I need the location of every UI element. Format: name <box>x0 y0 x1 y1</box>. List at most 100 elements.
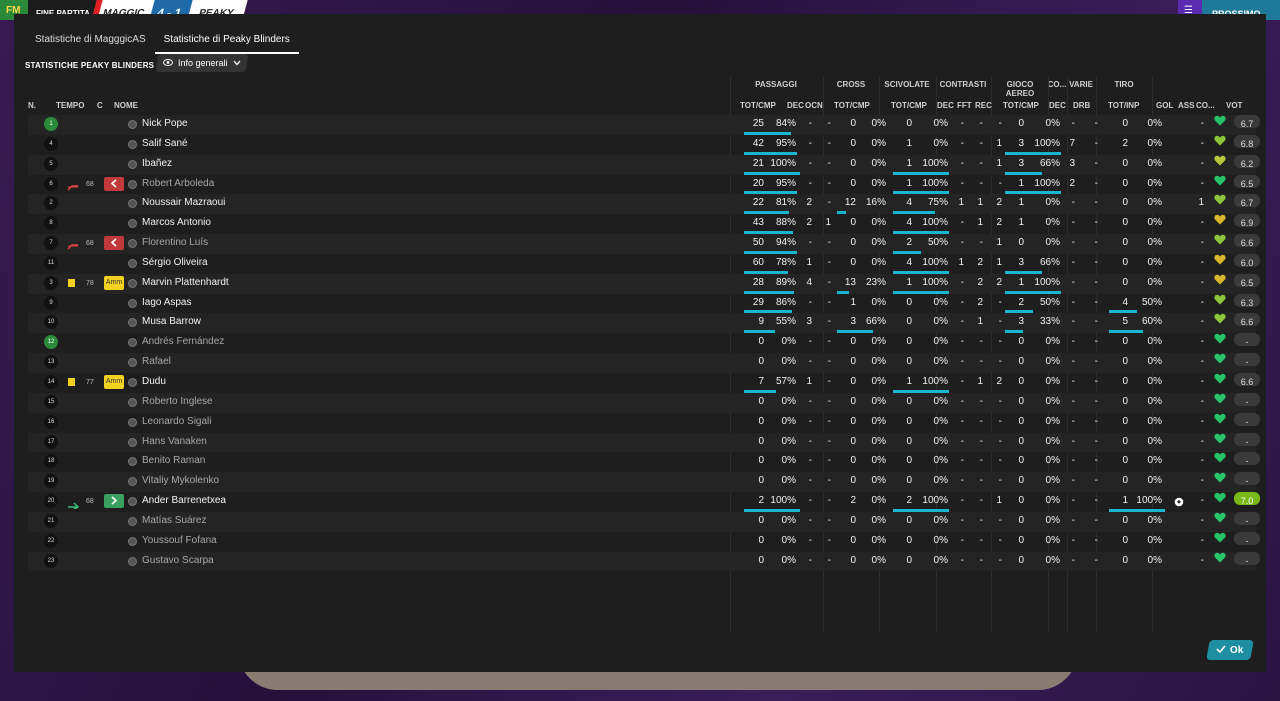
stat-kr: - <box>998 296 1002 308</box>
stat-pt: 25 <box>752 118 764 129</box>
table-row[interactable]: 18 Benito Raman 0 0% - -0 0% 0 0% - - -0 0% - -0 0% - - <box>28 452 1260 472</box>
col-cont-rec[interactable]: REC <box>975 101 992 110</box>
col-pass-dec[interactable]: DEC <box>787 101 804 110</box>
table-row[interactable]: 13 Rafael 0 0% - -0 0% 0 0% - - -0 0% - -0 0% - - <box>28 353 1260 373</box>
stat-ass: - <box>1200 534 1204 546</box>
stat-tp: 0% <box>1147 514 1162 526</box>
table-row[interactable]: 11 Sérgio Oliveira 60 78% 1-0 0% 4 100% 1 2 1 3 66% -… <box>28 253 1260 274</box>
col-cross-totcmp[interactable]: TOT/CMP <box>834 101 870 110</box>
table-row[interactable]: 2 Noussair Mazraoui 22 81% 2-12 16% 4 75% 1 1 2 1 0%… <box>28 194 1260 215</box>
stat-tt: 0 <box>1122 197 1128 209</box>
table-row[interactable]: 23 Gustavo Scarpa 0 0% - -0 0% 0 0% - - -0 0% - -0 0% - - <box>28 551 1260 572</box>
tab-away-stats[interactable]: Statistiche di Peaky Blinders <box>154 28 299 54</box>
table-row[interactable]: 22 Youssouf Fofana 0 0% - -0 0% 0 0% - - -0 0% - -0 0% -… <box>28 531 1260 552</box>
col-co-dec[interactable]: DEC <box>1049 101 1066 110</box>
minute: 77 <box>86 378 94 386</box>
stat-dr: - <box>1094 475 1098 487</box>
col-sciv-totcmp[interactable]: TOT/CMP <box>891 101 927 110</box>
person-icon <box>128 556 137 566</box>
col-pass-totcmp[interactable]: TOT/CMP <box>740 101 776 110</box>
table-row[interactable]: 14 77 Amm Dudu 7 57% 1-0 0% 1 100% -1 2 0 0% - -0 0% -6.6 <box>28 372 1260 393</box>
table-row[interactable]: 5 Ibañez 21 100% - -0 0% 1 100% - -1 3 66% 3-0 0% -6.2 <box>28 154 1260 175</box>
stat-st: 0 <box>906 316 912 328</box>
table-row[interactable]: 21 Matías Suárez 0 0% - -0 0% 0 0% - - -0 0% - -0 0% - - <box>28 511 1260 532</box>
table-row[interactable]: 6 68 Robert Arboleda 20 95% - -0 0% 1 100% - - -1 100… <box>28 174 1260 195</box>
col-n[interactable]: N. <box>28 101 36 110</box>
stat-pd: - <box>808 296 812 308</box>
col-aereo-totcmp[interactable]: TOT/CMP <box>1003 101 1039 110</box>
stat-tt: 0 <box>1122 336 1128 348</box>
rating-badge: 6.0 <box>1234 253 1260 268</box>
col-tiro-totinp[interactable]: TOT/INP <box>1108 101 1139 110</box>
yellow-card-icon <box>68 278 75 287</box>
stat-ap: 0% <box>1045 495 1060 507</box>
table-row[interactable]: 10 Musa Barrow 9 55% 3-3 66% 0 0% -1-3 33% - -5 60% -… <box>28 313 1260 334</box>
stat-tt: 0 <box>1122 177 1128 189</box>
stat-at: 0 <box>1018 435 1024 447</box>
stat-pp: 94% <box>775 237 796 249</box>
stat-tt: 0 <box>1122 256 1128 268</box>
table-row[interactable]: 17 Hans Vanaken 0 0% - -0 0% 0 0% - - -0 0% - -0 0% - - <box>28 432 1260 453</box>
player-name: Roberto Inglese <box>142 395 213 407</box>
table-row[interactable]: 20 68 Ander Barrenetxea 2 100% - -2 0% 2 100% - -1 0… <box>28 492 1260 512</box>
col-ass[interactable]: ASS <box>1178 101 1194 110</box>
stat-ass: - <box>1200 296 1204 308</box>
team-tabs: Statistiche di MagggicAS Statistiche di … <box>26 28 299 54</box>
chevron-left-icon <box>104 176 124 191</box>
heart-icon <box>1214 353 1226 365</box>
heart-icon <box>1214 313 1226 325</box>
table-row[interactable]: 7 68 Florentino Luís 50 94% - -0 0% 2 50% - -1 0 0% - -… <box>28 234 1260 254</box>
col-pass-ocn[interactable]: OCN <box>805 101 823 110</box>
stat-tt: 0 <box>1122 435 1128 447</box>
col-tempo[interactable]: TEMPO <box>56 101 84 110</box>
table-row[interactable]: 15 Roberto Inglese 0 0% - -0 0% 0 0% - - -0 0% - -0 0% -… <box>28 392 1260 413</box>
person-icon <box>128 457 137 467</box>
sub-in-icon <box>67 498 80 510</box>
stat-cd: - <box>1071 475 1075 487</box>
stat-kr: 2 <box>996 375 1002 387</box>
stat-at: 0 <box>1018 375 1024 387</box>
col-c[interactable]: C <box>97 101 103 110</box>
stat-dr: - <box>1094 554 1098 566</box>
person-icon <box>128 278 137 288</box>
stat-cd: - <box>1071 534 1075 546</box>
minute: 68 <box>86 180 94 188</box>
stat-cp: 0% <box>871 237 886 249</box>
stat-st: 2 <box>906 237 912 249</box>
table-row[interactable]: 16 Leonardo Sigali 0 0% - -0 0% 0 0% - - -0 0% - -0 0% -… <box>28 412 1260 433</box>
rating-badge: 6.6 <box>1234 313 1260 327</box>
heart-icon <box>1214 194 1226 206</box>
ok-button[interactable]: Ok <box>1206 640 1254 660</box>
col-cont-dec[interactable]: DEC <box>937 101 954 110</box>
tab-home-stats[interactable]: Statistiche di MagggicAS <box>26 28 155 54</box>
col-gol[interactable]: GOL <box>1156 101 1173 110</box>
stat-po: - <box>827 455 831 467</box>
stat-pd: - <box>808 435 812 447</box>
col-vot[interactable]: VOT <box>1226 101 1242 110</box>
heart-icon <box>1214 155 1226 167</box>
stat-tt: 0 <box>1122 217 1128 229</box>
table-row[interactable]: 3 78 Amm Marvin Plattenhardt 28 89% 4-13 23% 1 10… <box>28 273 1260 294</box>
sub-out-icon <box>67 240 79 250</box>
stat-tp: 0% <box>1147 356 1162 368</box>
col-varie-drb[interactable]: DRB <box>1073 101 1090 110</box>
stat-kr: - <box>998 177 1002 189</box>
stat-pd: - <box>808 157 812 169</box>
stat-ass: - <box>1200 177 1204 189</box>
player-name: Benito Raman <box>142 455 206 467</box>
col-co2[interactable]: CO... <box>1196 101 1215 110</box>
stat-st: 0 <box>906 435 912 447</box>
person-icon <box>128 397 137 407</box>
table-row[interactable]: 12 Andrés Fernández 0 0% - -0 0% 0 0% - - -0 0% - -0 0%… <box>28 333 1260 353</box>
table-row[interactable]: 19 Vitaliy Mykolenko 0 0% - -0 0% 0 0% - - -0 0% - -0 0… <box>28 472 1260 493</box>
table-row[interactable]: 8 Marcos Antonio 43 88% 2 1 0 0% 4 100% -1 2 1 0% - -0 0… <box>28 214 1260 235</box>
col-cont-fft[interactable]: FFT <box>957 101 972 110</box>
stat-po: - <box>827 177 831 189</box>
person-icon <box>128 159 137 169</box>
table-row[interactable]: 4 Salif Sané 42 95% - -0 0% 1 0% - -1 3 100% 7-2 0% -6.… <box>28 134 1260 155</box>
table-row[interactable]: 1 Nick Pope 25 84% - -0 0% 0 0% - - -0 0% - -0 0% -6.7 <box>28 115 1260 135</box>
col-nome[interactable]: NOME <box>114 101 138 110</box>
table-row[interactable]: 9 Iago Aspas 29 86% - -1 0% 0 0% -2-2 50% - -4 50% -6.… <box>28 293 1260 314</box>
view-dropdown[interactable]: Info generali <box>155 54 249 72</box>
stat-ct: 3 <box>850 316 856 328</box>
